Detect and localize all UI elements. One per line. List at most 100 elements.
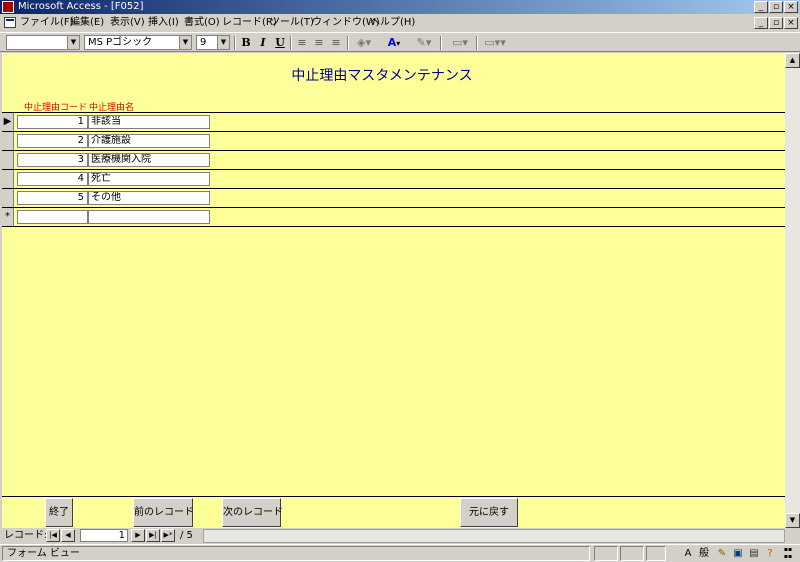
status-panel <box>620 546 644 561</box>
code-field[interactable]: 1 <box>17 115 88 129</box>
ime-conversion-icon[interactable]: 般 <box>696 546 712 561</box>
form-footer: 終了 前のレコード 次のレコード 元に戻す <box>2 496 785 528</box>
object-combo[interactable]: ▼ <box>6 35 80 50</box>
scroll-up-icon[interactable]: ▲ <box>785 53 800 68</box>
name-field[interactable]: 介護施設 <box>88 134 210 148</box>
record-label: レコード: <box>4 530 48 541</box>
minimize-button[interactable]: _ <box>754 1 768 13</box>
menu-help[interactable]: ヘルプ(H) <box>370 16 415 30</box>
new-record-icon[interactable]: ▶* <box>161 529 175 542</box>
code-field[interactable]: 3 <box>17 153 88 167</box>
line-color-icon[interactable]: ✎▾ <box>412 36 436 50</box>
doc-minimize-button[interactable]: _ <box>754 17 768 29</box>
prev-record-button[interactable]: 前のレコード <box>133 498 194 527</box>
code-field[interactable] <box>17 210 88 224</box>
name-field[interactable]: 非該当 <box>88 115 210 129</box>
new-record-selector[interactable]: * <box>2 208 14 226</box>
form-window-icon[interactable] <box>4 17 16 28</box>
exit-button[interactable]: 終了 <box>45 498 73 527</box>
font-size-combo[interactable]: 9 ▼ <box>196 35 230 50</box>
fill-color-icon[interactable]: ◈▾ <box>352 36 376 50</box>
restore-button[interactable]: ▫ <box>769 1 783 13</box>
toolbar-separator <box>234 36 236 50</box>
vertical-scrollbar[interactable]: ▲ ▼ <box>785 53 800 528</box>
menu-bar: ファイル(F) 編集(E) 表示(V) 挿入(I) 書式(O) レコード(R) … <box>0 14 800 32</box>
record-row: 5 その他 <box>2 188 785 207</box>
toolbar-separator <box>347 36 349 50</box>
last-record-icon[interactable]: ▶| <box>146 529 160 542</box>
ime-tool-icon[interactable]: ✎ <box>714 546 730 561</box>
record-navigator: レコード: |◀ ◀ 1 ▶ ▶| ▶* / 5 <box>0 528 800 544</box>
font-color-icon[interactable]: A▾ <box>382 36 406 50</box>
underline-button[interactable]: U <box>272 36 288 50</box>
toolbar-separator <box>440 36 442 50</box>
form-title: 中止理由マスタメンテナンス <box>291 68 473 84</box>
next-record-button[interactable]: 次のレコード <box>222 498 283 527</box>
ime-mode-icon[interactable]: A <box>680 546 696 561</box>
record-total: / 5 <box>180 530 193 541</box>
menu-edit[interactable]: 編集(E) <box>70 16 104 30</box>
code-field[interactable]: 5 <box>17 191 88 205</box>
access-app-icon[interactable] <box>2 1 14 13</box>
chevron-down-icon[interactable]: ▼ <box>179 36 191 49</box>
ime-menu-icon[interactable]: ▤ <box>746 546 762 561</box>
font-size-value: 9 <box>200 37 207 48</box>
status-panel <box>594 546 618 561</box>
record-row: 3 医療機関入院 <box>2 150 785 169</box>
doc-restore-button[interactable]: ▫ <box>769 17 783 29</box>
italic-button[interactable]: I <box>255 36 271 50</box>
previous-record-icon[interactable]: ◀ <box>61 529 75 542</box>
horizontal-scrollbar[interactable] <box>203 529 785 543</box>
scroll-down-icon[interactable]: ▼ <box>785 513 800 528</box>
name-field[interactable] <box>88 210 210 224</box>
ime-pad-icon[interactable]: ▣ <box>730 546 746 561</box>
current-record-input[interactable]: 1 <box>80 529 128 542</box>
align-right-icon[interactable]: ≡ <box>328 36 344 50</box>
menu-format[interactable]: 書式(O) <box>184 16 220 30</box>
next-record-icon[interactable]: ▶ <box>131 529 145 542</box>
doc-close-button[interactable]: × <box>784 17 798 29</box>
record-row: 4 死亡 <box>2 169 785 188</box>
name-field[interactable]: 医療機関入院 <box>88 153 210 167</box>
menu-records[interactable]: レコード(R) <box>222 16 277 30</box>
border-width-icon[interactable]: ▭▾▾ <box>480 36 510 50</box>
record-selector[interactable]: ▶ <box>2 113 14 131</box>
record-row: 2 介護施設 <box>2 131 785 150</box>
chevron-down-icon[interactable]: ▼ <box>67 36 79 49</box>
caps-kana-icon: ▪▪ ▪▪ <box>783 546 793 560</box>
bold-button[interactable]: B <box>238 36 254 50</box>
align-left-icon[interactable]: ≡ <box>294 36 310 50</box>
status-text: フォーム ビュー <box>2 546 590 561</box>
record-selector[interactable] <box>2 151 14 169</box>
record-row: ▶ 1 非該当 <box>2 112 785 131</box>
first-record-icon[interactable]: |◀ <box>46 529 60 542</box>
status-panel <box>646 546 666 561</box>
code-field[interactable]: 4 <box>17 172 88 186</box>
font-name-value: MS Pゴシック <box>88 37 153 48</box>
title-bar: Microsoft Access - [F052] _ ▫ × <box>0 0 800 14</box>
name-field[interactable]: その他 <box>88 191 210 205</box>
menu-insert[interactable]: 挿入(I) <box>148 16 179 30</box>
ime-help-icon[interactable]: ? <box>762 546 778 561</box>
menu-tools[interactable]: ツール(T) <box>270 16 314 30</box>
menu-view[interactable]: 表示(V) <box>110 16 145 30</box>
formatting-toolbar: ▼ MS Pゴシック ▼ 9 ▼ B I U ≡ ≡ ≡ ◈▾ A▾ ✎▾ ▭▾… <box>0 32 800 52</box>
undo-button[interactable]: 元に戻す <box>460 498 518 527</box>
font-name-combo[interactable]: MS Pゴシック ▼ <box>84 35 192 50</box>
special-effect-icon[interactable]: ▭▾ <box>446 36 474 50</box>
name-field[interactable]: 死亡 <box>88 172 210 186</box>
align-center-icon[interactable]: ≡ <box>311 36 327 50</box>
status-bar: フォーム ビュー A 般 ✎ ▣ ▤ ? ▪▪ ▪▪ <box>0 544 800 562</box>
chevron-down-icon[interactable]: ▼ <box>217 36 229 49</box>
toolbar-separator <box>476 36 478 50</box>
record-selector[interactable] <box>2 170 14 188</box>
code-field[interactable]: 2 <box>17 134 88 148</box>
new-record-row: * <box>2 207 785 227</box>
window-title: Microsoft Access - [F052] <box>18 1 144 12</box>
menu-file[interactable]: ファイル(F) <box>20 16 74 30</box>
form-body: 中止理由マスタメンテナンス 中止理由コード 中止理由名 ▶ 1 非該当 2 介護… <box>2 53 785 528</box>
close-button[interactable]: × <box>784 1 798 13</box>
toolbar-separator <box>290 36 292 50</box>
record-selector[interactable] <box>2 189 14 207</box>
record-selector[interactable] <box>2 132 14 150</box>
